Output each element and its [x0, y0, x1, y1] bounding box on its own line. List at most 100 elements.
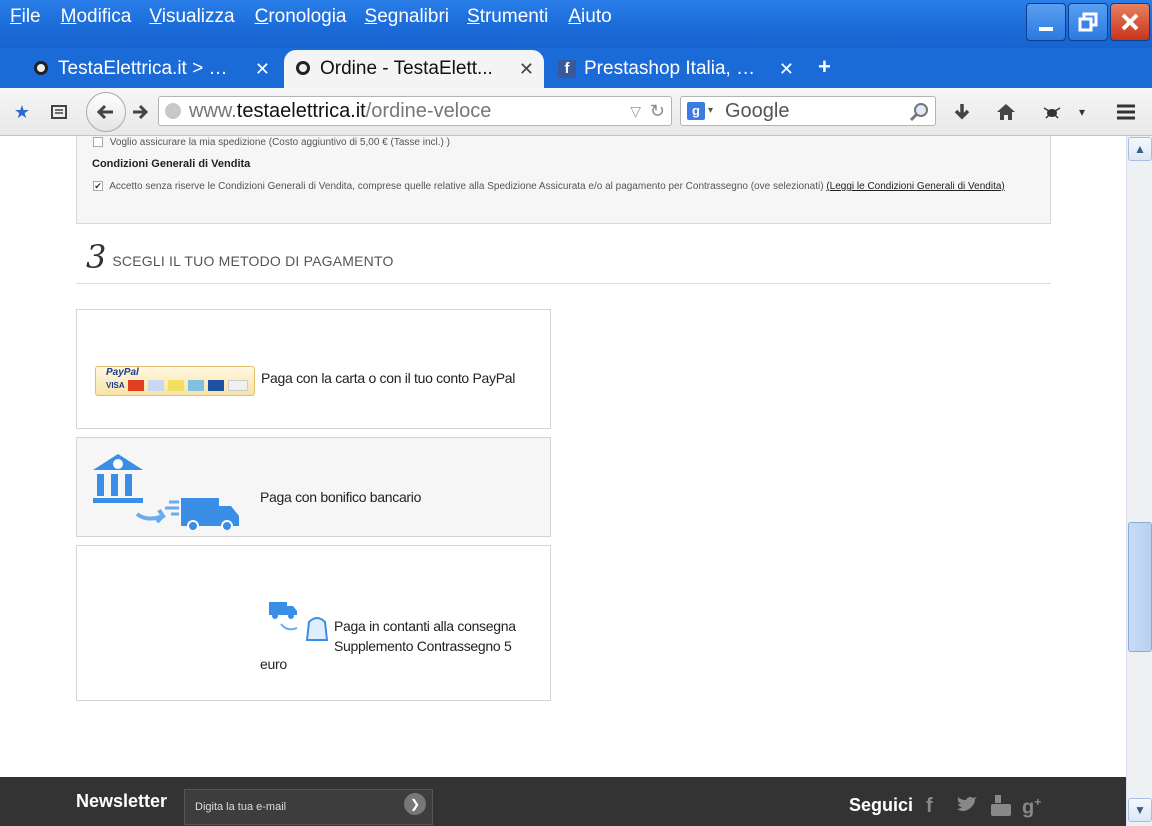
payment-option-paypal[interactable]: PayPal VISA Paga con la carta o con il t… — [76, 309, 551, 429]
bookmark-star-icon[interactable]: ★ — [10, 100, 34, 124]
minimize-button[interactable] — [1026, 3, 1066, 41]
visa-label: VISA — [106, 381, 125, 390]
card-mastercard-icon — [128, 380, 144, 391]
tab-strip: TestaElettrica.it > … ✕ Ordine - TestaEl… — [0, 48, 1152, 88]
terms-heading: Condizioni Generali di Vendita — [92, 158, 251, 170]
search-placeholder: Google — [725, 100, 790, 122]
bug-icon — [1043, 107, 1061, 119]
back-button[interactable] — [86, 92, 126, 132]
tab-close-icon[interactable]: ✕ — [779, 59, 794, 80]
navigation-toolbar: ★ www.testaelettrica.it/ordine-veloce ▽ … — [0, 88, 1152, 136]
url-path: /ordine-veloce — [365, 100, 492, 122]
newsletter-email-input[interactable]: Digita la tua e-mail — [184, 789, 433, 825]
search-icon[interactable] — [909, 102, 929, 122]
cod-label-line2: Supplemento Contrassegno 5 — [334, 638, 512, 654]
addon-dropdown-icon[interactable]: ▾ — [1070, 100, 1094, 124]
cash-on-delivery-icon — [269, 602, 329, 641]
restore-icon — [1078, 12, 1098, 32]
close-icon — [1121, 13, 1139, 31]
menu-modifica[interactable]: Modifica — [61, 4, 132, 30]
new-tab-button[interactable]: + — [818, 54, 831, 80]
cod-label-line3: euro — [260, 656, 287, 672]
facebook-icon[interactable]: f — [926, 795, 933, 818]
chevron-right-icon: ❯ — [409, 797, 421, 811]
scrollbar-thumb[interactable] — [1128, 522, 1152, 652]
tab-ordine[interactable]: Ordine - TestaElett... ✕ — [284, 50, 544, 88]
facebook-icon: f — [558, 60, 576, 78]
close-window-button[interactable] — [1110, 3, 1150, 41]
newsletter-submit-button[interactable]: ❯ — [404, 793, 426, 815]
tab-testaelettrica[interactable]: TestaElettrica.it > … ✕ — [22, 50, 280, 88]
step-title: SCEGLI IL TUO METODO DI PAGAMENTO — [112, 253, 394, 269]
reload-icon[interactable]: ↻ — [650, 97, 665, 125]
shipping-options-box: Voglio assicurare la mia spedizione (Cos… — [76, 136, 1051, 224]
payment-step-header: 3 SCEGLI IL TUO METODO DI PAGAMENTO — [86, 240, 394, 274]
url-prefix: www. — [189, 100, 237, 122]
follow-label: Seguici — [849, 795, 914, 815]
tab-label: Prestashop Italia, … — [584, 58, 756, 79]
paypal-label: Paga con la carta o con il tuo conto Pay… — [261, 370, 516, 386]
newsletter-title: Newsletter — [76, 791, 168, 811]
insurance-label: Voglio assicurare la mia spedizione (Cos… — [109, 137, 450, 148]
google-engine-icon[interactable]: g — [687, 102, 705, 120]
restore-button[interactable] — [1068, 3, 1108, 41]
page-content: Voglio assicurare la mia spedizione (Cos… — [0, 136, 1126, 826]
cod-label: Paga in contanti alla consegna Supplemen… — [334, 616, 516, 656]
bank-transfer-label: Paga con bonifico bancario — [260, 489, 422, 505]
menu-segnalibri[interactable]: Segnalibri — [365, 4, 450, 30]
card-icon — [168, 380, 184, 391]
payment-option-bank-transfer[interactable]: Paga con bonifico bancario — [76, 437, 551, 537]
card-icon — [148, 380, 164, 391]
insurance-checkbox[interactable] — [93, 137, 103, 148]
search-bar[interactable]: g ▾ Google — [680, 96, 936, 126]
address-bar[interactable]: www.testaelettrica.it/ordine-veloce ▽ ↻ — [158, 96, 672, 126]
home-button[interactable] — [994, 100, 1018, 124]
url-dropdown-icon[interactable]: ▽ — [630, 97, 641, 125]
card-icon — [228, 380, 248, 391]
divider — [76, 283, 1051, 284]
scroll-down-button[interactable]: ▼ — [1128, 798, 1152, 822]
bank-transfer-icon — [93, 454, 239, 530]
site-favicon-icon — [296, 61, 310, 75]
menu-visualizza[interactable]: Visualizza — [149, 4, 234, 30]
menu-button[interactable] — [1114, 100, 1138, 124]
youtube-icon[interactable] — [990, 795, 1012, 823]
vertical-scrollbar[interactable]: ▲ ▼ — [1126, 136, 1152, 826]
menu-strumenti[interactable]: Strumenti — [467, 4, 548, 30]
card-icon — [188, 380, 204, 391]
payment-option-cash-on-delivery[interactable]: Paga in contanti alla consegna Supplemen… — [76, 545, 551, 701]
url-domain: testaelettrica.it — [236, 100, 366, 122]
tab-prestashop[interactable]: f Prestashop Italia, … ✕ — [548, 50, 804, 88]
terms-link[interactable]: (Leggi le Condizioni Generali di Vendita… — [826, 181, 1004, 192]
paypal-logo: PayPal — [106, 367, 139, 378]
scroll-up-button[interactable]: ▲ — [1128, 137, 1152, 161]
engine-dropdown-icon: ▾ — [708, 105, 714, 116]
download-button[interactable] — [950, 100, 974, 124]
browser-window: File Modifica Visualizza Cronologia Segn… — [0, 0, 1152, 826]
addon-button[interactable] — [1040, 100, 1064, 124]
twitter-icon[interactable] — [955, 795, 977, 821]
menu-cronologia[interactable]: Cronologia — [255, 4, 347, 30]
arrow-right-icon — [133, 104, 149, 120]
tab-close-icon[interactable]: ✕ — [519, 59, 534, 80]
menu-bar: File Modifica Visualizza Cronologia Segn… — [0, 4, 612, 30]
step-number: 3 — [86, 238, 107, 276]
tab-label: Ordine - TestaElett... — [320, 58, 493, 79]
terms-label: Accetto senza riserve le Condizioni Gene… — [109, 181, 824, 192]
forward-button[interactable] — [128, 100, 152, 124]
tab-label: TestaElettrica.it > … — [58, 58, 228, 79]
hamburger-icon — [1117, 104, 1135, 120]
title-menu-bar: File Modifica Visualizza Cronologia Segn… — [0, 0, 1152, 48]
google-plus-icon[interactable]: g+ — [1022, 795, 1041, 820]
globe-icon — [165, 103, 181, 119]
terms-checkbox[interactable]: ✔ — [93, 181, 103, 192]
footer: Newsletter Digita la tua e-mail ❯ Seguic… — [0, 777, 1126, 826]
tab-close-icon[interactable]: ✕ — [255, 59, 270, 80]
paypal-cards-icon: PayPal VISA — [95, 366, 255, 396]
menu-file[interactable]: File — [10, 4, 41, 30]
home-icon — [997, 104, 1015, 120]
cod-label-line1: Paga in contanti alla consegna — [334, 618, 516, 634]
arrow-left-icon — [96, 104, 113, 120]
menu-aiuto[interactable]: Aiuto — [568, 4, 611, 30]
bookmarks-list-icon[interactable] — [47, 100, 71, 124]
